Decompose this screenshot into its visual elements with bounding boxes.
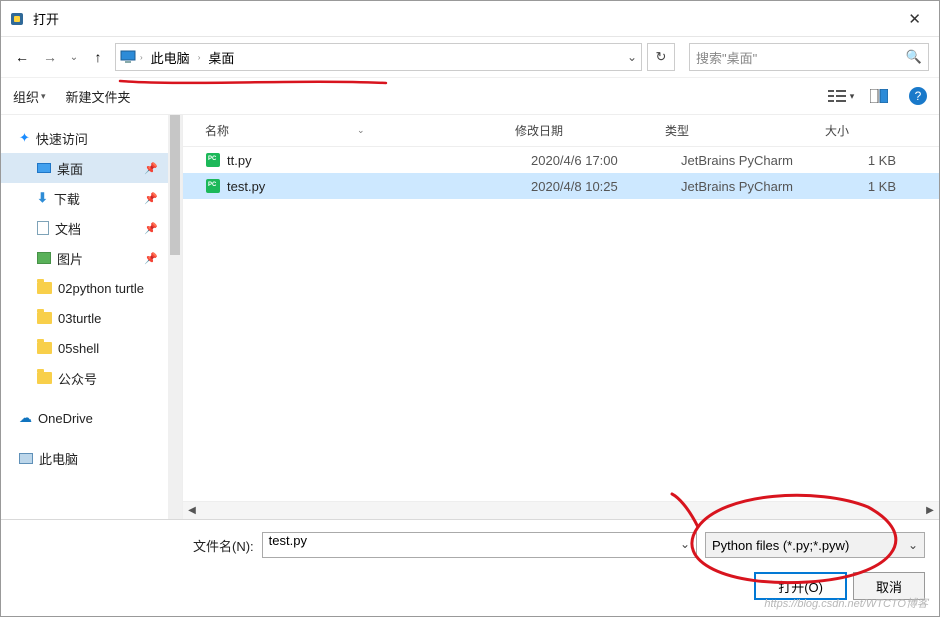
sidebar-item-documents[interactable]: 文档📌 [1,213,168,243]
chevron-right-icon: › [196,53,203,62]
chevron-right-icon: › [138,53,145,62]
filename-row: 文件名(N): test.py ⌄ Python files (*.py;*.p… [15,532,925,558]
filename-value: test.py [269,533,307,548]
download-icon: ⬇ [37,190,48,206]
file-date: 2020/4/6 17:00 [531,153,681,168]
star-icon: ✦ [19,130,30,146]
search-placeholder: 搜索"桌面" [696,48,757,67]
file-date: 2020/4/8 10:25 [531,179,681,194]
filename-input[interactable]: test.py ⌄ [262,532,697,558]
sidebar-item-folder-05shell[interactable]: 05shell [1,333,168,363]
file-size: 1 KB [841,179,896,194]
breadcrumb-thispc[interactable]: 此电脑 [147,48,194,67]
file-area: 名称⌄ 修改日期 类型 大小 tt.py 2020/4/6 17:00 JetB… [183,115,939,519]
pin-icon: 📌 [144,222,158,235]
toolbar: 组织▾ 新建文件夹 ▾ ? [1,77,939,115]
nav-tree: ✦快速访问 桌面📌 ⬇下载📌 文档📌 图片📌 02python turtle 0… [1,115,168,519]
python-app-icon [9,11,25,27]
sidebar-item-folder-gzh[interactable]: 公众号 [1,363,168,393]
sort-arrow-icon: ⌄ [357,125,365,136]
open-file-dialog: 打开 ✕ ← → ⌄ ↑ › 此电脑 › 桌面 ⌄ ↻ 搜索"桌面" 🔍 组织▾… [0,0,940,617]
search-input[interactable]: 搜索"桌面" 🔍 [689,43,929,71]
scroll-track[interactable] [201,502,921,519]
close-icon[interactable]: ✕ [898,6,931,32]
window-title: 打开 [33,9,898,28]
column-header-name[interactable]: 名称⌄ [205,122,515,139]
file-name: test.py [227,179,531,194]
scroll-right-button[interactable]: ▶ [921,502,939,519]
column-header-size[interactable]: 大小 [825,122,885,139]
file-row[interactable]: test.py 2020/4/8 10:25 JetBrains PyCharm… [183,173,939,199]
file-name: tt.py [227,153,531,168]
desktop-icon [37,163,51,173]
sidebar-item-folder-03turtle[interactable]: 03turtle [1,303,168,333]
nav-up-button[interactable]: ↑ [87,46,109,68]
file-list: tt.py 2020/4/6 17:00 JetBrains PyCharm 1… [183,147,939,501]
filename-label: 文件名(N): [193,536,254,555]
folder-icon [37,372,52,384]
sidebar-item-desktop[interactable]: 桌面📌 [1,153,168,183]
sidebar-item-folder-02python-turtle[interactable]: 02python turtle [1,273,168,303]
column-headers: 名称⌄ 修改日期 类型 大小 [183,115,939,147]
chevron-down-icon[interactable]: ⌄ [908,538,918,552]
help-button[interactable]: ? [909,87,927,105]
titlebar: 打开 ✕ [1,1,939,37]
column-header-date[interactable]: 修改日期 [515,122,665,139]
file-type: JetBrains PyCharm [681,153,841,168]
sidebar-item-pictures[interactable]: 图片📌 [1,243,168,273]
chevron-down-icon[interactable]: ⌄ [680,537,690,551]
horizontal-scrollbar[interactable]: ◀ ▶ [183,501,939,519]
file-row[interactable]: tt.py 2020/4/6 17:00 JetBrains PyCharm 1… [183,147,939,173]
cloud-icon: ☁ [19,410,32,426]
organize-menu[interactable]: 组织▾ [13,87,46,106]
pycharm-file-icon [205,152,221,168]
sidebar: ✦快速访问 桌面📌 ⬇下载📌 文档📌 图片📌 02python turtle 0… [1,115,183,519]
monitor-icon [120,49,136,65]
pc-icon [19,453,33,464]
new-folder-button[interactable]: 新建文件夹 [66,87,131,106]
preview-pane-button[interactable] [861,84,897,108]
watermark: https://blog.csdn.net/WTCTO博客 [764,595,928,611]
filetype-select[interactable]: Python files (*.py;*.pyw) ⌄ [705,532,925,558]
main-area: ✦快速访问 桌面📌 ⬇下载📌 文档📌 图片📌 02python turtle 0… [1,115,939,519]
column-header-type[interactable]: 类型 [665,122,825,139]
chevron-down-icon[interactable]: ⌄ [627,50,637,64]
sidebar-scrollbar[interactable] [168,115,182,519]
nav-back-button[interactable]: ← [11,46,33,68]
navbar: ← → ⌄ ↑ › 此电脑 › 桌面 ⌄ ↻ 搜索"桌面" 🔍 [1,37,939,77]
filetype-value: Python files (*.py;*.pyw) [712,538,849,553]
folder-icon [37,282,52,294]
sidebar-item-this-pc[interactable]: 此电脑 [1,443,168,473]
pin-icon: 📌 [144,162,158,175]
file-size: 1 KB [841,153,896,168]
file-type: JetBrains PyCharm [681,179,841,194]
search-icon[interactable]: 🔍 [906,49,922,65]
sidebar-item-quick-access[interactable]: ✦快速访问 [1,123,168,153]
sidebar-item-downloads[interactable]: ⬇下载📌 [1,183,168,213]
pin-icon: 📌 [144,192,158,205]
sidebar-item-onedrive[interactable]: ☁OneDrive [1,403,168,433]
pycharm-file-icon [205,178,221,194]
nav-history-dropdown[interactable]: ⌄ [67,46,81,68]
folder-icon [37,312,52,324]
view-options-button[interactable]: ▾ [823,84,859,108]
document-icon [37,221,49,235]
breadcrumb[interactable]: › 此电脑 › 桌面 ⌄ [115,43,642,71]
breadcrumb-desktop[interactable]: 桌面 [204,48,238,67]
refresh-button[interactable]: ↻ [647,43,675,71]
folder-icon [37,342,52,354]
scrollbar-thumb[interactable] [170,115,180,255]
nav-forward-button[interactable]: → [39,46,61,68]
scroll-left-button[interactable]: ◀ [183,502,201,519]
picture-icon [37,252,51,264]
pin-icon: 📌 [144,252,158,265]
